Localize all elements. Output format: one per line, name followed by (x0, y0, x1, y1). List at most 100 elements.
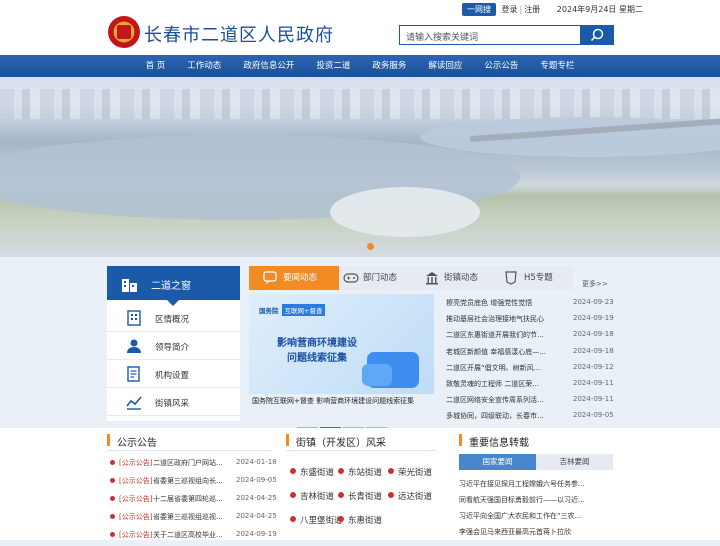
announcement-item[interactable]: [公示公告] 关于二道区高校毕业... 2024-09-19 (110, 528, 277, 546)
announcement-text: 关于二道区高校毕业... (153, 531, 223, 539)
important-item[interactable]: 习近平向全国广大农民和工作在“三农... (459, 508, 611, 524)
window-item-label: 领导简介 (155, 343, 190, 353)
nav-item[interactable]: 首 页 (135, 55, 177, 77)
html5-icon (505, 271, 517, 285)
featured-caption[interactable]: 国务院互联网+督查 影响营商环境建设问题线索征集 (252, 396, 414, 406)
street-link[interactable]: 东惠街道 (338, 514, 382, 526)
street-link[interactable]: 远达街道 (388, 490, 432, 502)
nav-item[interactable]: 解读回应 (417, 55, 473, 77)
featured-tag: 国务院 互联网+督查 (259, 304, 326, 316)
tab-street-news[interactable]: 街镇动态 (423, 266, 501, 290)
news-title: 致敬灵魂的工程师 二道区荣... (446, 379, 539, 388)
search-button[interactable] (581, 25, 614, 45)
news-item[interactable]: 二道区东惠街道开展我们的节... 2024-09-18 (446, 328, 614, 344)
bullet-icon (110, 478, 115, 483)
hero-banner (0, 77, 720, 257)
announcement-text: 省委第三巡视组巡视... (153, 513, 223, 521)
news-title: 二道区网络安全宣传周系列活... (446, 396, 544, 405)
news-date: 2024-09-18 (573, 346, 614, 355)
bullet-icon (290, 492, 296, 498)
news-item[interactable]: 擦亮党员底色 增强党性觉悟 2024-09-23 (446, 296, 614, 312)
nav-item[interactable]: 工作动态 (176, 55, 232, 77)
main-nav: 首 页工作动态 政府信息公开 投资二道 政务服务 解读回应 公示公告 专题专栏 (0, 55, 720, 77)
news-title: 二道区东惠街道开展我们的节... (446, 331, 544, 340)
bullet-icon (338, 468, 344, 474)
nav-item[interactable]: 政府信息公开 (232, 55, 305, 77)
nav-item[interactable]: 政务服务 (361, 55, 417, 77)
login-link[interactable]: 登录 (502, 5, 518, 14)
important-item[interactable]: 李强会见马来西亚最高元首蒋卜拉欣 (459, 524, 611, 540)
street-link[interactable]: 长青街道 (338, 490, 382, 502)
news-list: 擦亮党员底色 增强党性觉悟 2024-09-23 推动基层社会治理接地气扶民心 202… (446, 296, 614, 426)
street-link[interactable]: 吉林街道 (290, 490, 334, 502)
announcements-list: [公示公告] 二道区政府门户网站... 2024-01-18 [公示公告] 省委第三巡视… (110, 456, 277, 546)
announcement-tag: [公示公告] (119, 477, 153, 485)
bullet-icon (388, 492, 394, 498)
news-item[interactable]: 二道区网络安全宣传周系列活... 2024-09-11 (446, 393, 614, 409)
announcement-date: 2024-09-05 (236, 476, 277, 484)
news-item[interactable]: 二道区开展“倡文明、树新风... 2024-09-12 (446, 361, 614, 377)
important-title: 重要信息转载 (469, 438, 529, 449)
news-item[interactable]: 致敬灵魂的工程师 二道区荣... 2024-09-11 (446, 377, 614, 393)
window-item-streets[interactable]: 街镇风采 (107, 388, 240, 416)
nav-item[interactable]: 投资二道 (305, 55, 361, 77)
nav-item[interactable]: 公示公告 (473, 55, 529, 77)
tab-h5-special[interactable]: H5专题 (503, 266, 573, 290)
register-link[interactable]: 注册 (524, 5, 540, 14)
window-item-label: 区情概况 (155, 315, 190, 325)
news-title: 擦亮党员底色 增强党性觉悟 (446, 299, 533, 307)
streets-title: 街镇（开发区）风采 (296, 438, 386, 449)
site-header: 长春市二道区人民政府 一网搜 登录 | 注册 2024年9月24日 星期二 请输入搜… (0, 0, 720, 55)
building-icon (127, 310, 141, 326)
search-all-tag[interactable]: 一网搜 (462, 3, 496, 16)
announcement-item[interactable]: [公示公告] 二道区政府门户网站... 2024-01-18 (110, 456, 277, 474)
street-link[interactable]: 荣光街道 (388, 466, 432, 478)
featured-news-image[interactable]: 国务院 互联网+督查 影响营商环境建设 问题线索征集 (249, 294, 434, 394)
street-link[interactable]: 东盛街道 (290, 466, 334, 478)
important-item[interactable]: 同看航天强国目标勇毅前行——以习近... (459, 492, 611, 508)
tab-jilin-news[interactable]: 吉林要闻 (536, 454, 613, 470)
news-tabs: 要闻动态 部门动态 街镇动态 H5专题 (249, 266, 573, 290)
announcement-item[interactable]: [公示公告] 省委第三巡视组向长... 2024-09-05 (110, 474, 277, 492)
bullet-icon (338, 492, 344, 498)
person-icon (127, 339, 141, 353)
news-title: 老城区新颜值 幸福感漾心底—... (446, 347, 546, 356)
news-item[interactable]: 推动基层社会治理接地气扶民心 2024-09-19 (446, 312, 614, 328)
street-link[interactable]: 东站街道 (338, 466, 382, 478)
tab-department-news[interactable]: 部门动态 (341, 266, 419, 290)
nav-item[interactable]: 专题专栏 (529, 55, 585, 77)
chat-bubble-icon (263, 271, 277, 284)
news-item[interactable]: 多城协同，四级联动，长春市... 2024-09-05 (446, 409, 614, 425)
national-emblem-icon (108, 16, 140, 48)
search-icon (590, 28, 604, 42)
tab-top-news[interactable]: 要闻动态 (249, 266, 339, 290)
news-date: 2024-09-11 (573, 378, 614, 387)
important-tabs: 国家要闻 吉林要闻 (459, 454, 613, 470)
announcement-text: 十二届省委第四轮巡... (153, 495, 223, 503)
news-date: 2024-09-23 (573, 298, 614, 306)
news-item[interactable]: 老城区新颜值 幸福感漾心底—... 2024-09-18 (446, 345, 614, 361)
news-date: 2024-09-05 (573, 411, 614, 420)
window-item-organization[interactable]: 机构设置 (107, 360, 240, 388)
site-title[interactable]: 长春市二道区人民政府 (144, 21, 334, 47)
search-input[interactable]: 请输入搜索关键词 (399, 25, 581, 45)
announcement-text: 二道区政府门户网站... (153, 459, 223, 467)
important-item[interactable]: 习近平在接见探月工程嫦娥六号任务参... (459, 476, 611, 492)
current-date: 2024年9月24日 星期二 (556, 5, 643, 14)
erdao-window-title: 二道之窗 (151, 281, 191, 292)
news-more-link[interactable]: 更多>> (582, 279, 608, 289)
window-item-leaders[interactable]: 领导简介 (107, 332, 240, 360)
government-building-icon (426, 272, 438, 285)
document-icon (127, 366, 140, 382)
carousel-dot[interactable] (367, 243, 374, 250)
featured-pager[interactable] (297, 415, 392, 430)
news-date: 2024-09-12 (573, 362, 614, 371)
city-buildings-icon (122, 279, 137, 292)
tab-national-news[interactable]: 国家要闻 (459, 454, 536, 470)
announcement-item[interactable]: [公示公告] 省委第三巡视组巡视... 2024-04-25 (110, 510, 277, 528)
street-link[interactable]: 八里堡街道 (290, 514, 343, 526)
featured-line2: 问题线索征集 (287, 353, 347, 364)
window-item-overview[interactable]: 区情概况 (107, 304, 240, 332)
announcement-item[interactable]: [公示公告] 十二届省委第四轮巡... 2024-04-25 (110, 492, 277, 510)
announcement-text: 省委第三巡视组向长... (153, 477, 223, 485)
